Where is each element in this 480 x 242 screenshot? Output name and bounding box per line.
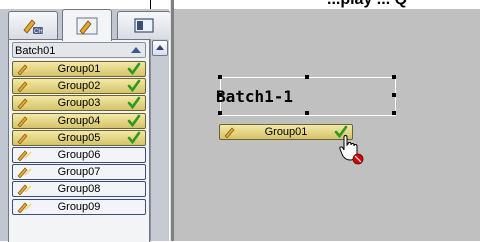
list-item[interactable]: Group05	[12, 129, 146, 146]
scroll-up-button[interactable]	[152, 40, 168, 56]
batch-label: Batch01	[15, 45, 56, 57]
left-panel: CH Batch01 Group01 Group02 Group03 Group04 G…	[0, 9, 171, 242]
list-item-label: Group04	[57, 114, 101, 127]
tab-channel[interactable]: CH	[8, 11, 58, 40]
list-item[interactable]: Group07	[12, 164, 146, 181]
svg-text:CH: CH	[34, 29, 43, 35]
list-item-label: Group08	[57, 183, 101, 196]
list-item-label: Group05	[57, 131, 101, 144]
top-bar	[0, 0, 480, 9]
list-item-label: Group09	[57, 200, 101, 213]
list-item[interactable]: Group01	[12, 61, 146, 77]
group-list: Batch01 Group01 Group02 Group03 Group04 Grou…	[8, 39, 150, 242]
layout-icon	[134, 18, 154, 33]
header-cut-text: ...play ... Q	[327, 0, 407, 9]
resize-handle[interactable]	[392, 75, 396, 79]
tab-layout[interactable]	[117, 11, 171, 40]
caret-up-icon	[131, 47, 141, 53]
resize-handle[interactable]	[218, 111, 222, 115]
batch-title: Batch1-1	[216, 87, 294, 106]
list-item-label: Group06	[57, 148, 101, 161]
list-item-label: Group01	[57, 63, 101, 75]
check-icon	[127, 79, 141, 93]
resize-handle[interactable]	[218, 75, 222, 79]
list-item[interactable]: Group04	[12, 112, 146, 129]
check-icon	[127, 62, 141, 76]
check-icon	[127, 131, 141, 144]
list-scrollbar[interactable]	[150, 39, 168, 241]
resize-handle[interactable]	[305, 75, 309, 79]
check-icon	[127, 97, 141, 110]
drag-hand-cursor-icon	[339, 135, 364, 165]
resize-handle[interactable]	[305, 111, 309, 115]
list-item[interactable]: Group09	[12, 198, 146, 215]
resize-handle[interactable]	[392, 93, 396, 97]
list-item[interactable]: Group02	[12, 78, 146, 95]
list-item[interactable]: Group08	[12, 181, 146, 198]
dragged-group-item[interactable]: Group01	[219, 124, 353, 140]
resize-handle[interactable]	[392, 111, 396, 115]
list-item-label: Group03	[57, 97, 101, 110]
tab-group[interactable]	[62, 9, 112, 41]
layout-canvas[interactable]: Batch1-1 Group01	[174, 9, 480, 241]
arrow-up-icon	[156, 45, 164, 50]
list-item-label: Group07	[57, 166, 101, 179]
list-item[interactable]: Group06	[12, 146, 146, 163]
dragged-item-label: Group01	[264, 126, 308, 138]
check-icon	[127, 114, 141, 127]
list-item-label: Group02	[57, 80, 101, 93]
list-item[interactable]: Group03	[12, 95, 146, 112]
group-icon	[76, 17, 98, 35]
batch-dropdown[interactable]: Batch01	[12, 42, 146, 58]
ch-icon: CH	[23, 19, 43, 35]
